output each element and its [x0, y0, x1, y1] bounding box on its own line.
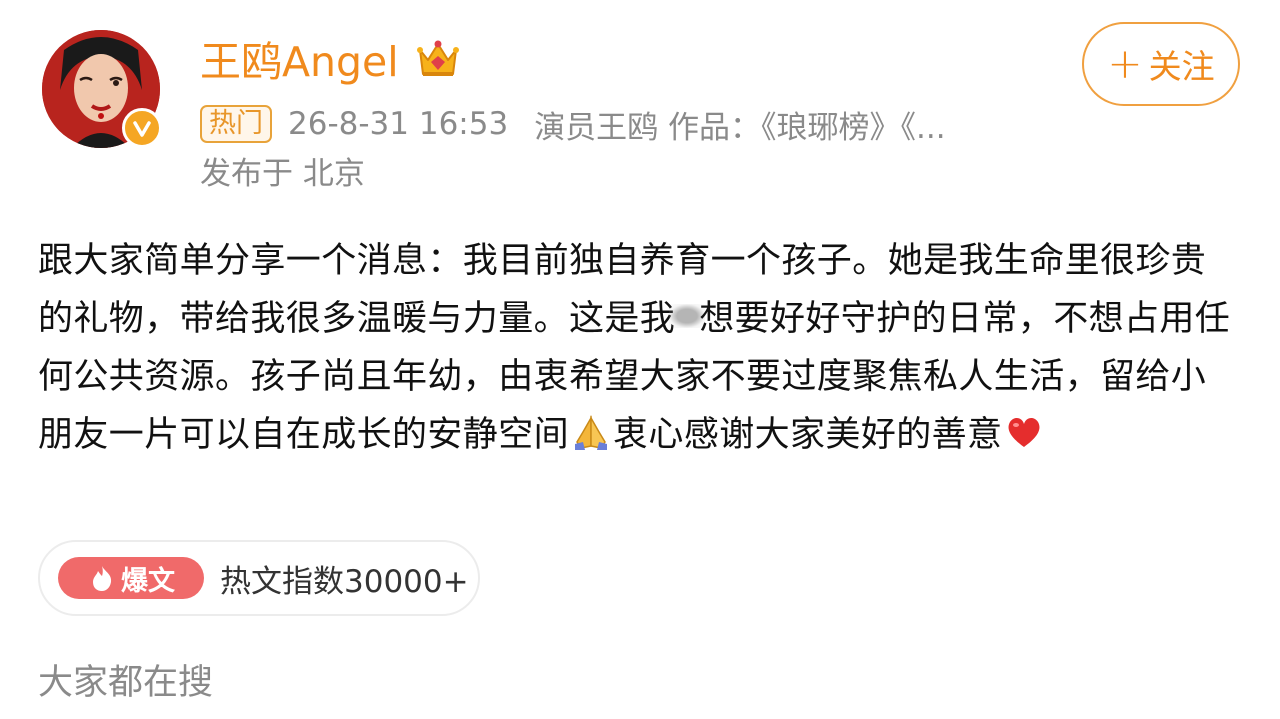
post-text-part3: 衷心感谢大家美好的善意	[613, 415, 1003, 455]
hot-index-text: 热文指数30000+	[220, 563, 469, 600]
flame-icon	[93, 566, 112, 591]
username[interactable]: 王鸥Angel	[200, 34, 399, 90]
verified-badge	[122, 108, 162, 148]
post-time: 26-8-31 16:53	[288, 106, 509, 142]
post-header: 王鸥Angel 热门 26-8-31 16:53 演员王鸥 作品：《琅琊榜》《.…	[0, 0, 1280, 210]
follow-label: 关注	[1148, 47, 1215, 86]
hot-index-card[interactable]: 爆文 热文指数30000+	[38, 540, 480, 616]
verified-v-icon	[133, 121, 151, 137]
post-text: 跟大家简单分享一个消息：我目前独自养育一个孩子。她是我生命里很珍贵的礼物，带给我…	[38, 232, 1233, 464]
crown-icon[interactable]	[414, 34, 462, 82]
trending-search-title: 大家都在搜	[38, 663, 214, 703]
hot-tag[interactable]: 热门	[200, 105, 272, 143]
red-heart-emoji	[1008, 418, 1040, 447]
post-location: 发布于 北京	[200, 156, 365, 192]
user-bio[interactable]: 演员王鸥 作品：《琅琊榜》《...	[534, 102, 945, 147]
baowen-label: 爆文	[121, 565, 175, 597]
folded-hands-emoji	[575, 415, 608, 450]
baowen-badge: 爆文	[58, 557, 204, 599]
plus-icon: +	[1107, 39, 1143, 88]
follow-button[interactable]: + 关注	[1082, 22, 1240, 106]
meta-row: 热门 26-8-31 16:53 演员王鸥 作品：《琅琊榜》《...	[200, 102, 946, 147]
